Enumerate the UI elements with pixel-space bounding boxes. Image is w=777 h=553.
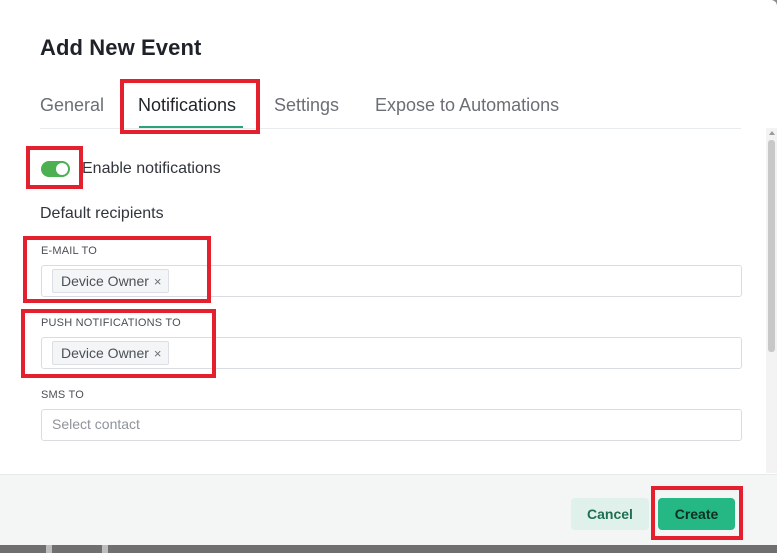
scrollbar-thumb[interactable] [768, 140, 775, 352]
backdrop-notch [102, 545, 108, 553]
chip-label: Device Owner [61, 345, 149, 361]
push-notifications-to-label: PUSH NOTIFICATIONS TO [41, 317, 181, 329]
scroll-up-arrow-icon[interactable] [769, 131, 775, 135]
default-recipients-heading: Default recipients [40, 205, 164, 222]
page-backdrop [0, 545, 777, 553]
tab-notifications[interactable]: Notifications [138, 95, 236, 116]
tab-expose-to-automations[interactable]: Expose to Automations [375, 95, 559, 116]
recipient-chip: Device Owner × [52, 269, 169, 293]
sms-to-placeholder: Select contact [52, 416, 140, 432]
backdrop-notch [46, 545, 52, 553]
tab-settings[interactable]: Settings [274, 95, 339, 116]
create-button[interactable]: Create [658, 498, 735, 530]
tab-general[interactable]: General [40, 95, 104, 116]
tab-bar: General Notifications Settings Expose to… [40, 80, 741, 129]
toggle-knob [56, 163, 68, 175]
dialog-title: Add New Event [40, 35, 202, 60]
cancel-button[interactable]: Cancel [571, 498, 649, 530]
close-icon[interactable]: × [154, 271, 162, 293]
active-tab-indicator [139, 126, 243, 128]
sms-to-label: SMS TO [41, 389, 84, 401]
content-scrollbar[interactable] [766, 128, 777, 473]
close-icon[interactable]: × [154, 343, 162, 365]
email-to-field[interactable]: Device Owner × [41, 265, 742, 297]
dialog-footer: Cancel Create [0, 474, 777, 545]
sms-to-field[interactable]: Select contact [41, 409, 742, 441]
enable-notifications-label: Enable notifications [82, 160, 221, 177]
email-to-label: E-MAIL TO [41, 245, 97, 257]
recipient-chip: Device Owner × [52, 341, 169, 365]
chip-label: Device Owner [61, 273, 149, 289]
add-event-dialog: Add New Event General Notifications Sett… [0, 0, 777, 545]
enable-notifications-toggle[interactable] [41, 161, 70, 177]
push-notifications-to-field[interactable]: Device Owner × [41, 337, 742, 369]
